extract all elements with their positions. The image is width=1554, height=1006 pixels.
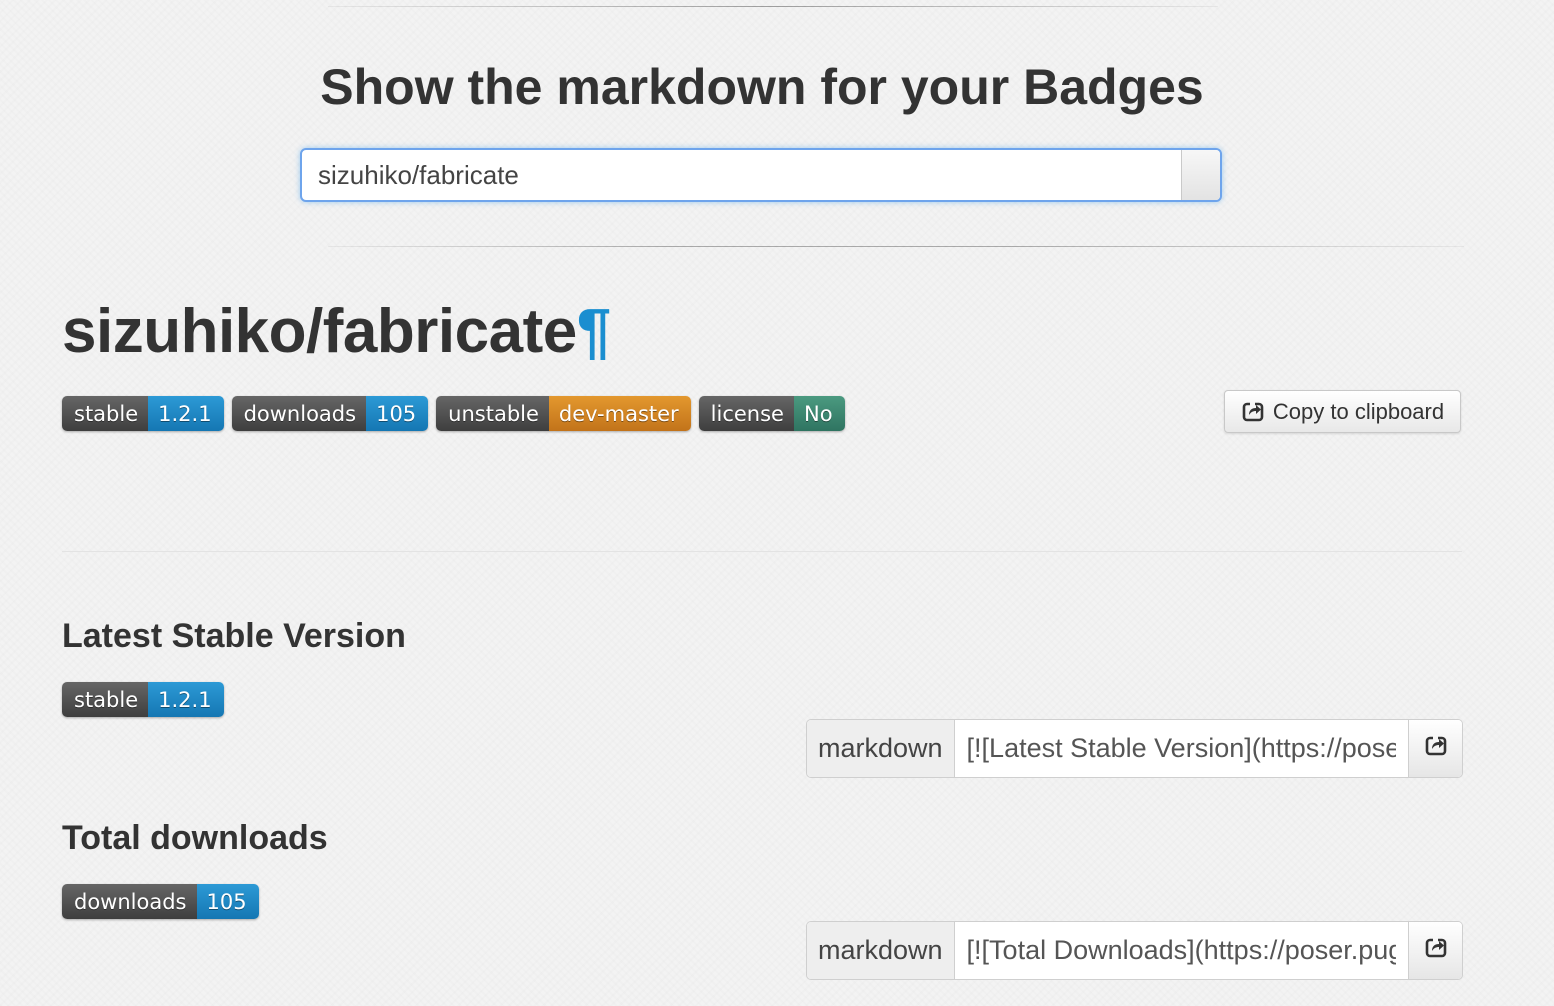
header-divider bbox=[328, 246, 1464, 247]
badge-value: 105 bbox=[196, 884, 259, 919]
unstable-badge[interactable]: unstable dev-master bbox=[436, 396, 691, 431]
markdown-field-downloads: markdown bbox=[806, 921, 1463, 980]
badge-label: unstable bbox=[436, 396, 549, 431]
badge-value: 1.2.1 bbox=[148, 396, 224, 431]
section-title-stable: Latest Stable Version bbox=[62, 617, 406, 655]
markdown-input[interactable] bbox=[954, 922, 1408, 979]
share-icon bbox=[1424, 734, 1448, 763]
badge-value: 1.2.1 bbox=[148, 682, 224, 717]
search-input[interactable] bbox=[302, 150, 1181, 200]
badge-value: 105 bbox=[366, 396, 429, 431]
copy-to-clipboard-button[interactable]: Copy to clipboard bbox=[1224, 390, 1461, 433]
badge-value: No bbox=[793, 396, 845, 431]
markdown-field-stable: markdown bbox=[806, 719, 1463, 778]
copy-button-label: Copy to clipboard bbox=[1272, 398, 1445, 424]
downloads-badge[interactable]: downloads 105 bbox=[62, 884, 259, 919]
markdown-addon-label: markdown bbox=[807, 922, 955, 979]
markdown-addon-label: markdown bbox=[807, 720, 955, 777]
share-icon bbox=[1424, 936, 1448, 965]
badge-label: license bbox=[698, 396, 794, 431]
stable-badge[interactable]: stable 1.2.1 bbox=[62, 396, 224, 431]
share-icon bbox=[1241, 400, 1265, 424]
badge-row: stable 1.2.1 downloads 105 unstable dev-… bbox=[62, 396, 845, 431]
search-box bbox=[300, 148, 1222, 202]
badge-label: stable bbox=[62, 682, 149, 717]
copy-markdown-button[interactable] bbox=[1408, 922, 1462, 979]
badge-value: dev-master bbox=[548, 396, 691, 431]
badge-label: downloads bbox=[62, 884, 197, 919]
section-badge-stable: stable 1.2.1 bbox=[62, 682, 224, 717]
section-badge-downloads: downloads 105 bbox=[62, 884, 259, 919]
top-divider bbox=[328, 6, 1218, 7]
section-title-downloads: Total downloads bbox=[62, 819, 328, 857]
copy-markdown-button[interactable] bbox=[1408, 720, 1462, 777]
repo-title: sizuhiko/fabricate¶ bbox=[62, 296, 611, 367]
page-title: Show the markdown for your Badges bbox=[320, 59, 1204, 115]
search-button[interactable] bbox=[1181, 150, 1220, 200]
downloads-badge[interactable]: downloads 105 bbox=[231, 396, 429, 431]
section-divider bbox=[62, 551, 1462, 552]
anchor-link[interactable]: ¶ bbox=[577, 297, 611, 366]
badge-label: stable bbox=[62, 396, 149, 431]
stable-badge[interactable]: stable 1.2.1 bbox=[62, 682, 224, 717]
badge-label: downloads bbox=[231, 396, 367, 431]
license-badge[interactable]: license No bbox=[698, 396, 845, 431]
markdown-input[interactable] bbox=[954, 720, 1408, 777]
repo-name: sizuhiko/fabricate bbox=[62, 297, 577, 366]
page: Show the markdown for your Badges sizuhi… bbox=[0, 0, 1554, 1006]
